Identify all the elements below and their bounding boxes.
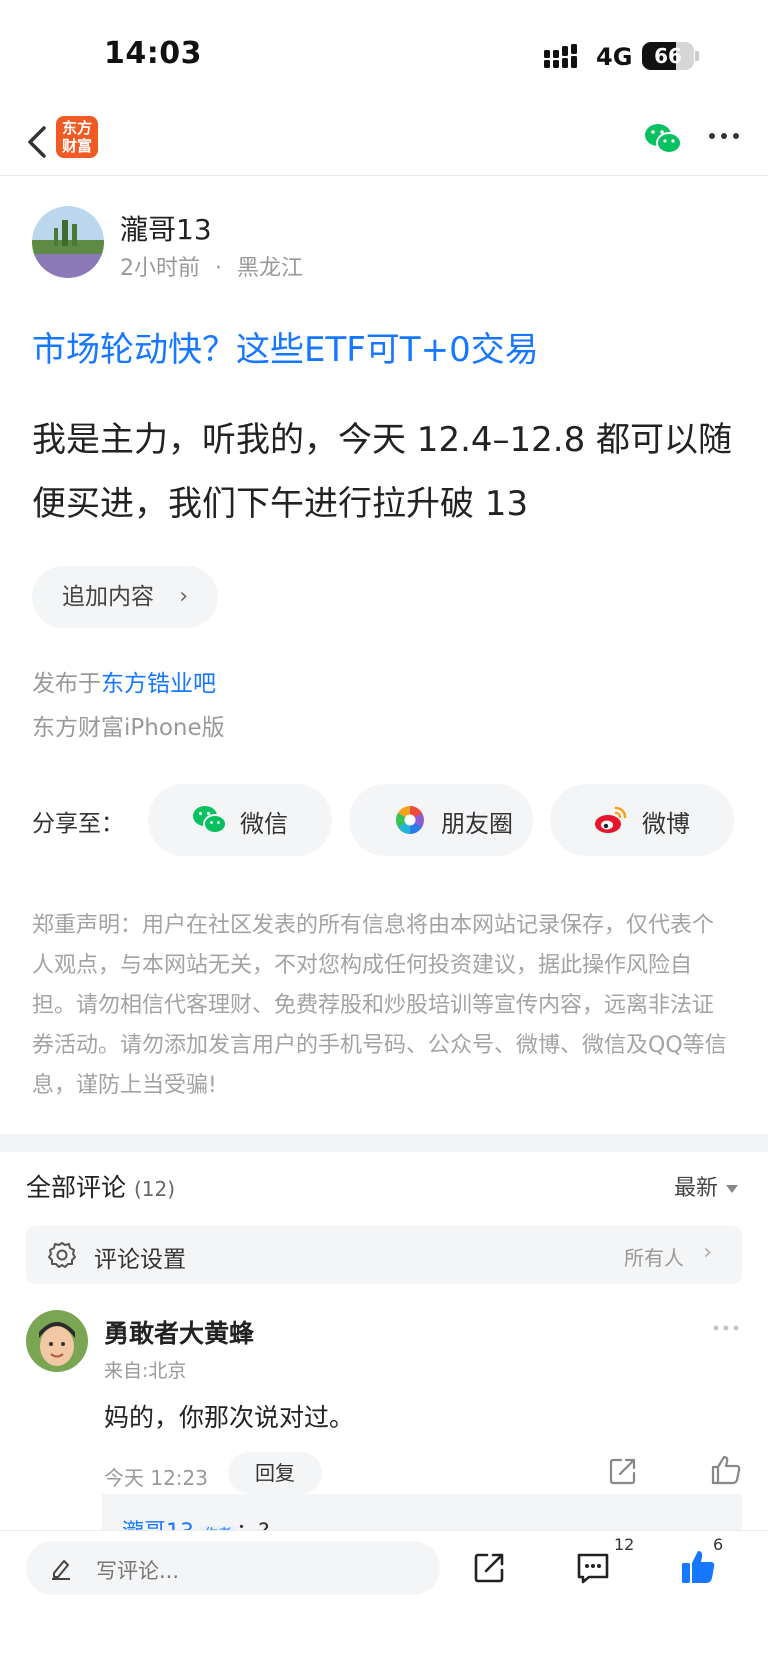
share-icon[interactable] bbox=[608, 1456, 638, 1486]
back-icon[interactable] bbox=[22, 118, 54, 166]
disclaimer: 郑重声明：用户在社区发表的所有信息将由本网站记录保存，仅代表个人观点，与本网站无… bbox=[32, 913, 727, 1098]
post-time: 2小时前 bbox=[120, 256, 200, 281]
app-logo: 东方 财富 bbox=[56, 116, 98, 158]
sort-label: 最新 bbox=[673, 1176, 718, 1201]
commenter-avatar[interactable] bbox=[26, 1310, 88, 1372]
share-moments-button[interactable]: 朋友圈 bbox=[349, 784, 533, 856]
post-author: 瀧哥13 2小时前 · 黑龙江 bbox=[32, 206, 732, 286]
chevron-right-icon: › bbox=[703, 1240, 712, 1265]
sort-dropdown[interactable]: 最新 bbox=[674, 1170, 738, 1202]
author-name[interactable]: 瀧哥13 bbox=[120, 208, 212, 248]
meta-separator: · bbox=[215, 256, 222, 281]
forum-link[interactable]: 东方锆业吧 bbox=[101, 671, 216, 697]
comments-title: 全部评论 bbox=[26, 1173, 127, 1202]
share-moments-label: 朋友圈 bbox=[441, 810, 513, 838]
logo-line2: 财富 bbox=[61, 137, 92, 155]
signal-icon bbox=[544, 44, 577, 68]
status-bar: 14:03 4G 66 bbox=[0, 0, 768, 108]
write-comment-input[interactable]: 写评论... bbox=[26, 1541, 440, 1595]
share-weibo-label: 微博 bbox=[642, 810, 690, 838]
published-in: 发布于东方锆业吧 bbox=[32, 664, 216, 698]
caret-down-icon bbox=[726, 1185, 738, 1193]
post-client: 东方财富iPhone版 bbox=[32, 715, 225, 741]
like-count-badge: 6 bbox=[713, 1535, 724, 1554]
author-avatar[interactable] bbox=[32, 206, 104, 278]
moments-icon bbox=[396, 806, 424, 834]
wechat-icon bbox=[193, 806, 226, 834]
comment-count-badge: 12 bbox=[614, 1535, 635, 1554]
commenter-name[interactable]: 勇敢者大黄蜂 bbox=[104, 1314, 254, 1350]
published-prefix: 发布于 bbox=[32, 671, 101, 697]
write-comment-placeholder: 写评论... bbox=[96, 1559, 180, 1583]
comment-icon[interactable] bbox=[575, 1551, 611, 1585]
weibo-icon bbox=[595, 806, 627, 833]
post-meta: 2小时前 · 黑龙江 bbox=[120, 250, 303, 282]
chevron-right-icon: › bbox=[179, 584, 188, 609]
commenter-location: 来自:北京 bbox=[104, 1360, 187, 1382]
gear-icon bbox=[48, 1242, 76, 1268]
share-icon[interactable] bbox=[472, 1551, 506, 1585]
comments-count: (12) bbox=[133, 1177, 176, 1201]
comments-header: 全部评论 (12) bbox=[26, 1168, 175, 1204]
comment-settings-label: 评论设置 bbox=[94, 1247, 186, 1273]
battery-cap bbox=[695, 51, 699, 61]
battery-icon: 66 bbox=[642, 42, 694, 70]
append-content-button[interactable]: 追加内容 › bbox=[32, 566, 218, 628]
more-icon[interactable] bbox=[712, 1324, 740, 1332]
share-weibo-button[interactable]: 微博 bbox=[550, 784, 734, 856]
nav-bar: 东方 财富 bbox=[0, 108, 768, 176]
section-divider bbox=[0, 1134, 768, 1152]
bottom-bar: 写评论... 12 6 bbox=[0, 1530, 768, 1669]
reply-button[interactable]: 回复 bbox=[228, 1452, 322, 1494]
post-body: 我是主力，听我的，今天 12.4–12.8 都可以随便买进，我们下午进行拉升破 … bbox=[32, 420, 733, 524]
comment-settings-value: 所有人 bbox=[624, 1246, 684, 1270]
comment-settings-row[interactable]: 评论设置 所有人 › bbox=[26, 1226, 742, 1284]
post-location: 黑龙江 bbox=[237, 256, 304, 281]
reply-preview[interactable]: 瀧哥13作者：? bbox=[102, 1494, 742, 1534]
wechat-icon[interactable] bbox=[644, 122, 682, 156]
share-wechat-button[interactable]: 微信 bbox=[148, 784, 332, 856]
logo-line1: 东方 bbox=[61, 119, 92, 137]
more-icon[interactable] bbox=[708, 130, 740, 142]
share-wechat-label: 微信 bbox=[240, 810, 288, 838]
thumbs-up-icon[interactable] bbox=[710, 1454, 742, 1486]
status-time: 14:03 bbox=[104, 36, 202, 71]
battery-level: 66 bbox=[654, 44, 682, 68]
thumbs-up-icon[interactable] bbox=[680, 1549, 716, 1585]
pen-icon bbox=[52, 1560, 70, 1580]
post-title[interactable]: 市场轮动快？这些ETF可T+0交易 bbox=[32, 322, 539, 371]
share-label: 分享至： bbox=[32, 811, 124, 837]
comment-time: 今天 12:23 bbox=[104, 1466, 208, 1490]
append-content-label: 追加内容 bbox=[62, 584, 154, 610]
comment-text: 妈的，你那次说对过。 bbox=[104, 1403, 355, 1432]
network-type: 4G bbox=[596, 43, 633, 71]
